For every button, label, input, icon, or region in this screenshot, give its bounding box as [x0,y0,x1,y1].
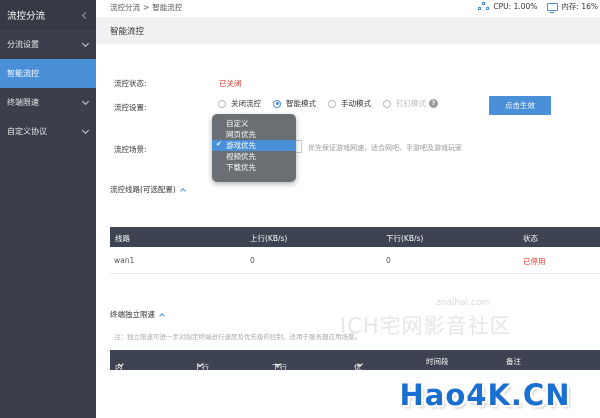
settings-label: 流控设置: [114,103,147,112]
status-value: 已关闭 [219,79,242,88]
column-label: 内网IP [115,363,123,393]
column-header-remark: 备注 [506,357,521,366]
dropdown-option-custom[interactable]: 自定义 [212,118,296,129]
column-header: 上行(KB/s) [250,234,288,243]
chevron-up-icon[interactable] [159,313,165,319]
radio-circle[interactable] [328,99,336,108]
system-stats: CPU: 1.00% 内存: 16% [468,1,598,13]
radio-label: 手动模式 [341,99,371,108]
collapse-icon[interactable] [81,11,90,19]
chevron-up-icon[interactable] [180,188,186,194]
terminal-table-header: 内网IP 上行(KB/s) 下行(KB/s) 优先级 时间段 备注 [110,350,600,394]
sidebar-header[interactable]: 流控分流 [0,0,96,30]
lines-section-title[interactable]: 流控线路(可选配置) [110,184,186,195]
help-icon[interactable]: ? [429,99,438,108]
sidebar-item-custom-protocol[interactable]: 自定义协议 [0,117,96,146]
apply-button[interactable]: 点击生效 [489,96,551,115]
radio-circle[interactable] [383,99,391,108]
cell-up: 0 [250,256,255,265]
network-icon [478,2,490,11]
column-header-time: 时间段 [426,357,449,366]
option-label: 自定义 [226,119,249,128]
lines-table-header: 线路 上行(KB/s) 下行(KB/s) 状态 [110,227,600,247]
radio-label: 钉钉模式 [396,99,426,108]
radio-circle[interactable] [218,99,226,108]
check-icon: ✔ [216,140,222,148]
radio-smart[interactable]: 智能模式 [273,98,316,109]
cpu-value: CPU: 1.00% [493,2,538,11]
sidebar-title: 流控分流 [7,11,46,22]
sidebar-item-label: 智能流控 [7,69,39,78]
watermark-text: ICH宅网影音社区 [340,314,512,338]
terminal-section-title[interactable]: 终端独立限速 [110,309,165,320]
section-label: 终端独立限速 [110,310,155,319]
radio-manual[interactable]: 手动模式 [328,98,371,109]
cell-down: 0 [386,256,391,265]
dropdown-option-web[interactable]: 网页优先 [212,129,296,140]
radio-label: 关闭流控 [231,99,261,108]
cell-line: wan1 [114,256,135,265]
sidebar-item-terminal-limit[interactable]: 终端限速 [0,88,96,117]
scene-label: 流控场景: [114,145,147,154]
radio-dingding[interactable]: 钉钉模式 ? [383,98,438,109]
scene-hint: 优先保证游戏网速，适合网吧、手游吧及游戏玩家 [308,144,462,152]
sidebar-item-label: 自定义协议 [7,127,47,136]
sidebar-item-shunt-settings[interactable]: 分流设置 [0,30,96,59]
option-label: 游戏优先 [226,141,256,150]
row-divider [110,273,600,274]
chevron-down-icon [81,39,90,47]
column-header: 线路 [115,234,130,243]
sidebar: 流控分流 分流设置 智能流控 终端限速 自定义协议 [0,0,96,418]
memory-value: 内存: 16% [561,2,598,11]
status-label: 流控状态: [114,79,147,88]
monitor-icon [547,2,559,13]
column-label: 优先级 [354,363,362,394]
section-label: 流控线路(可选配置) [110,185,176,194]
breadcrumb-separator: > [143,2,150,12]
cell-status: 已停用 [523,257,546,266]
scene-dropdown-menu: 自定义 网页优先 ✔ 游戏优先 视频优先 下载优先 [212,114,296,182]
terminal-note: 注：独立限速可进一步对指定终端进行速度及优先级的控制，适用于服务器应用场景。 [114,333,361,341]
radio-circle[interactable] [273,99,281,108]
page-title: 智能流控 [96,17,600,44]
mode-radio-group: 关闭流控 智能模式 手动模式 钉钉模式 ? [218,98,450,109]
option-label: 下载优先 [226,163,256,172]
column-header: 状态 [523,234,538,243]
dropdown-option-download[interactable]: 下载优先 [212,162,296,173]
sidebar-item-label: 分流设置 [7,40,39,49]
cpu-stat: CPU: 1.00% [478,2,537,11]
sidebar-item-smart-flow[interactable]: 智能流控 [0,59,96,88]
radio-off[interactable]: 关闭流控 [218,98,261,109]
dropdown-option-video[interactable]: 视频优先 [212,151,296,162]
breadcrumb-parent[interactable]: 流控分流 [110,2,140,13]
chevron-down-icon [81,126,90,134]
memory-stat: 内存: 16% [547,1,598,13]
dropdown-option-game[interactable]: ✔ 游戏优先 [212,140,296,151]
option-label: 视频优先 [226,152,256,161]
radio-label: 智能模式 [286,99,316,108]
chevron-down-icon [81,97,90,105]
option-label: 网页优先 [226,130,256,139]
breadcrumb-current: 智能流控 [152,2,183,12]
brand-watermark: Hao4K.CN [399,378,571,412]
column-header: 下行(KB/s) [386,234,424,243]
sidebar-item-label: 终端限速 [7,98,39,107]
watermark-url: znaihai.com [436,298,491,308]
